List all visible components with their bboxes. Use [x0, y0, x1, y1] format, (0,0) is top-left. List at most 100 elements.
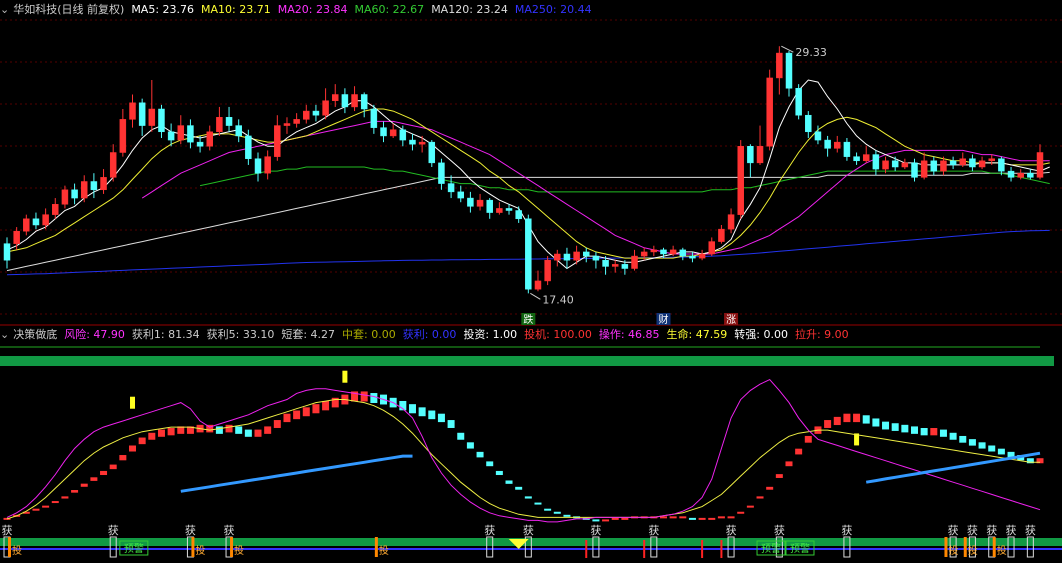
operation-bar — [544, 508, 552, 511]
operation-bar — [418, 407, 426, 417]
candle-body — [331, 94, 339, 101]
operation-bar — [235, 426, 243, 434]
operation-bar — [901, 424, 909, 433]
operation-bar — [997, 448, 1005, 455]
candle-body — [457, 191, 464, 199]
candle-body — [303, 110, 310, 120]
operation-bar — [833, 416, 841, 426]
candle-body — [988, 158, 995, 162]
alert-marker: 预警 — [761, 542, 781, 555]
candle-body — [177, 125, 185, 141]
operation-bar — [447, 420, 455, 428]
tou-marker: 投 — [12, 544, 22, 557]
candle-body — [187, 125, 194, 143]
operation-bar — [949, 432, 957, 440]
candle-body — [409, 139, 416, 145]
operation-bar — [225, 424, 233, 433]
tou-bar — [8, 537, 11, 557]
red-tick — [643, 540, 646, 558]
candle-body — [766, 77, 773, 147]
legend-item: MA60: 22.67 — [354, 3, 425, 16]
candle-body — [42, 214, 49, 226]
legend-item: 生命: 47.59 — [666, 328, 728, 341]
candle-body — [13, 230, 20, 244]
candle-body — [380, 127, 387, 137]
candle-body — [293, 119, 300, 124]
operation-bar — [138, 437, 146, 445]
operation-bar — [90, 477, 98, 481]
candle-body — [467, 197, 474, 207]
candle-body — [1036, 152, 1044, 178]
high-pointer — [781, 45, 794, 53]
candle-body — [544, 259, 551, 282]
operation-bar — [61, 496, 69, 499]
operation-bar — [457, 432, 465, 440]
candle-body — [447, 183, 455, 193]
indicator-header: ⌄ 决策做底 风险: 47.90 获利1: 81.34 获利5: 33.10 短套: 4.… — [0, 325, 863, 345]
tou-marker: 投 — [195, 544, 205, 557]
tou-marker: 投 — [997, 544, 1007, 557]
red-tick — [701, 540, 704, 558]
candle-body — [949, 160, 957, 166]
candle-body — [669, 249, 677, 255]
operation-bar — [824, 420, 832, 428]
candle-body — [496, 208, 503, 213]
candle-body — [776, 52, 783, 79]
candle-body — [969, 158, 976, 168]
operation-bar — [737, 511, 745, 514]
candle-body — [389, 129, 397, 137]
candle-body — [399, 129, 407, 141]
operation-bar — [109, 464, 117, 470]
candle-body — [795, 88, 802, 116]
huo-marker: 获 — [1025, 524, 1036, 537]
operation-bar — [486, 461, 494, 467]
huo-marker: 获 — [484, 524, 495, 537]
candle-body — [737, 146, 744, 215]
candle-body — [476, 199, 484, 207]
candle-body — [834, 141, 841, 149]
spike-marker — [130, 396, 136, 409]
tou-bar — [963, 537, 967, 557]
operation-bar — [80, 483, 88, 487]
collapse-arrow-icon[interactable]: ⌄ — [0, 3, 9, 16]
candle-body — [167, 131, 175, 141]
candle-body — [611, 264, 619, 267]
low-price-label: 17.40 — [542, 293, 574, 306]
operation-bar — [968, 439, 976, 446]
candle-body — [158, 108, 165, 133]
collapse-arrow-icon[interactable]: ⌄ — [0, 328, 9, 341]
operation-bar — [669, 516, 677, 519]
candle-body — [650, 249, 658, 253]
candle-body — [940, 160, 947, 172]
red-tick — [585, 540, 588, 558]
operation-bar — [495, 470, 503, 476]
candle-body — [853, 156, 860, 162]
tou-bar — [374, 537, 378, 557]
operation-bar — [476, 451, 484, 458]
legend-item: 投资: 1.00 — [463, 328, 518, 341]
candle-body — [563, 253, 571, 261]
operation-bar — [978, 442, 986, 449]
candle-body — [698, 253, 706, 259]
candle-body — [341, 94, 349, 108]
operation-bar — [746, 505, 754, 508]
candle-body — [862, 154, 870, 162]
operation-bar — [215, 426, 223, 434]
spike-marker — [342, 370, 348, 383]
candle-body — [534, 280, 542, 290]
candle-body — [109, 152, 117, 178]
legend-item: 获利5: 33.10 — [206, 328, 275, 341]
operation-bar — [42, 505, 50, 508]
operation-bar — [727, 516, 735, 519]
candle-body — [3, 243, 11, 261]
operation-bar — [360, 391, 368, 402]
price-panel: 29.3317.40跌财涨 — [3, 45, 1050, 326]
huo-marker: 获 — [1006, 524, 1017, 537]
huo-marker: 获 — [967, 524, 978, 537]
operation-bar — [872, 418, 880, 427]
candle-body — [718, 228, 725, 242]
candle-body — [920, 160, 928, 178]
operation-bar — [264, 426, 272, 434]
candle-body — [418, 141, 426, 145]
operation-bar — [273, 420, 281, 428]
